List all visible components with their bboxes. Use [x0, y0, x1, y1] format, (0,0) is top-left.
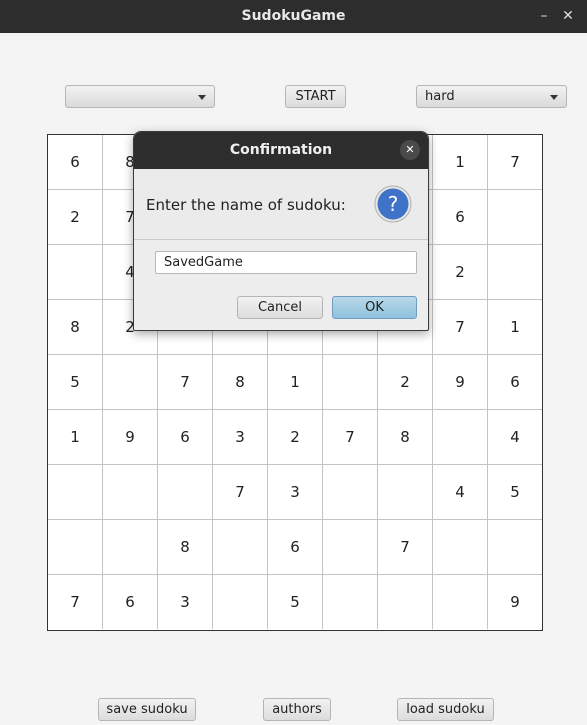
sudoku-cell[interactable]: 1 [433, 135, 488, 190]
sudoku-cell[interactable] [488, 190, 542, 245]
sudoku-cell[interactable]: 5 [48, 355, 103, 410]
sudoku-cell[interactable]: 8 [158, 520, 213, 575]
sudoku-cell[interactable] [323, 575, 378, 629]
chevron-down-icon [550, 95, 558, 100]
dialog-titlebar: Confirmation ✕ [134, 132, 428, 169]
load-sudoku-button[interactable]: load sudoku [397, 698, 494, 721]
sudoku-cell[interactable]: 7 [488, 135, 542, 190]
sudoku-cell[interactable]: 2 [268, 410, 323, 465]
sudoku-cell[interactable]: 3 [213, 410, 268, 465]
ok-button[interactable]: OK [332, 296, 417, 319]
difficulty-select-value: hard [425, 89, 455, 104]
sudoku-cell[interactable] [158, 465, 213, 520]
window-titlebar: SudokuGame – ✕ [0, 0, 587, 33]
sudoku-cell[interactable]: 7 [213, 465, 268, 520]
difficulty-select[interactable]: hard [416, 85, 567, 108]
sudoku-cell[interactable]: 6 [48, 135, 103, 190]
sudoku-cell[interactable]: 4 [433, 465, 488, 520]
sudoku-cell[interactable]: 6 [103, 575, 158, 629]
sudoku-cell[interactable] [488, 245, 542, 300]
sudoku-cell[interactable]: 3 [158, 575, 213, 629]
sudoku-cell[interactable] [103, 465, 158, 520]
sudoku-cell[interactable]: 6 [158, 410, 213, 465]
sudoku-cell[interactable]: 7 [158, 355, 213, 410]
sudoku-cell[interactable]: 7 [323, 410, 378, 465]
sudoku-cell[interactable]: 9 [433, 355, 488, 410]
dialog-prompt: Enter the name of sudoku: [146, 196, 346, 214]
dialog-title: Confirmation [229, 142, 333, 158]
confirmation-dialog: Confirmation ✕ Enter the name of sudoku:… [133, 131, 429, 331]
sudoku-cell[interactable] [323, 520, 378, 575]
sudoku-cell[interactable]: 4 [488, 410, 542, 465]
dialog-close-button[interactable]: ✕ [400, 140, 420, 160]
sudoku-cell[interactable]: 2 [48, 190, 103, 245]
svg-text:?: ? [388, 192, 399, 216]
sudoku-cell[interactable]: 5 [488, 465, 542, 520]
minimize-button[interactable]: – [533, 0, 555, 33]
sudoku-name-input[interactable] [155, 251, 417, 274]
sudoku-cell[interactable]: 7 [48, 575, 103, 629]
sudoku-cell[interactable]: 3 [268, 465, 323, 520]
sudoku-cell[interactable]: 2 [378, 355, 433, 410]
sudoku-cell[interactable] [323, 465, 378, 520]
sudoku-cell[interactable] [213, 520, 268, 575]
sudoku-cell[interactable]: 5 [268, 575, 323, 629]
sudoku-cell[interactable] [48, 465, 103, 520]
sudoku-select[interactable] [65, 85, 215, 108]
sudoku-cell[interactable]: 6 [268, 520, 323, 575]
sudoku-cell[interactable]: 1 [488, 300, 542, 355]
sudoku-cell[interactable]: 8 [213, 355, 268, 410]
sudoku-cell[interactable] [433, 520, 488, 575]
authors-button[interactable]: authors [263, 698, 331, 721]
sudoku-cell[interactable] [213, 575, 268, 629]
sudoku-cell[interactable]: 8 [48, 300, 103, 355]
sudoku-cell[interactable] [323, 355, 378, 410]
sudoku-cell[interactable] [488, 520, 542, 575]
close-window-button[interactable]: ✕ [557, 0, 579, 33]
dialog-header: Enter the name of sudoku: ? [134, 169, 428, 240]
sudoku-cell[interactable]: 6 [488, 355, 542, 410]
sudoku-cell[interactable] [378, 465, 433, 520]
sudoku-cell[interactable]: 1 [268, 355, 323, 410]
sudoku-cell[interactable]: 7 [378, 520, 433, 575]
sudoku-cell[interactable] [378, 575, 433, 629]
question-icon: ? [374, 185, 412, 223]
sudoku-cell[interactable] [433, 575, 488, 629]
chevron-down-icon [198, 95, 206, 100]
sudoku-cell[interactable]: 2 [433, 245, 488, 300]
sudoku-cell[interactable] [433, 410, 488, 465]
sudoku-cell[interactable]: 1 [48, 410, 103, 465]
sudoku-cell[interactable]: 9 [103, 410, 158, 465]
sudoku-cell[interactable]: 7 [433, 300, 488, 355]
sudoku-cell[interactable] [48, 520, 103, 575]
cancel-button[interactable]: Cancel [237, 296, 323, 319]
sudoku-cell[interactable]: 9 [488, 575, 542, 629]
save-sudoku-button[interactable]: save sudoku [98, 698, 196, 721]
sudoku-cell[interactable]: 6 [433, 190, 488, 245]
sudoku-cell[interactable]: 8 [378, 410, 433, 465]
sudoku-cell[interactable] [48, 245, 103, 300]
sudoku-cell[interactable] [103, 355, 158, 410]
start-button[interactable]: START [285, 85, 346, 108]
window-title: SudokuGame [241, 8, 346, 24]
sudoku-cell[interactable] [103, 520, 158, 575]
